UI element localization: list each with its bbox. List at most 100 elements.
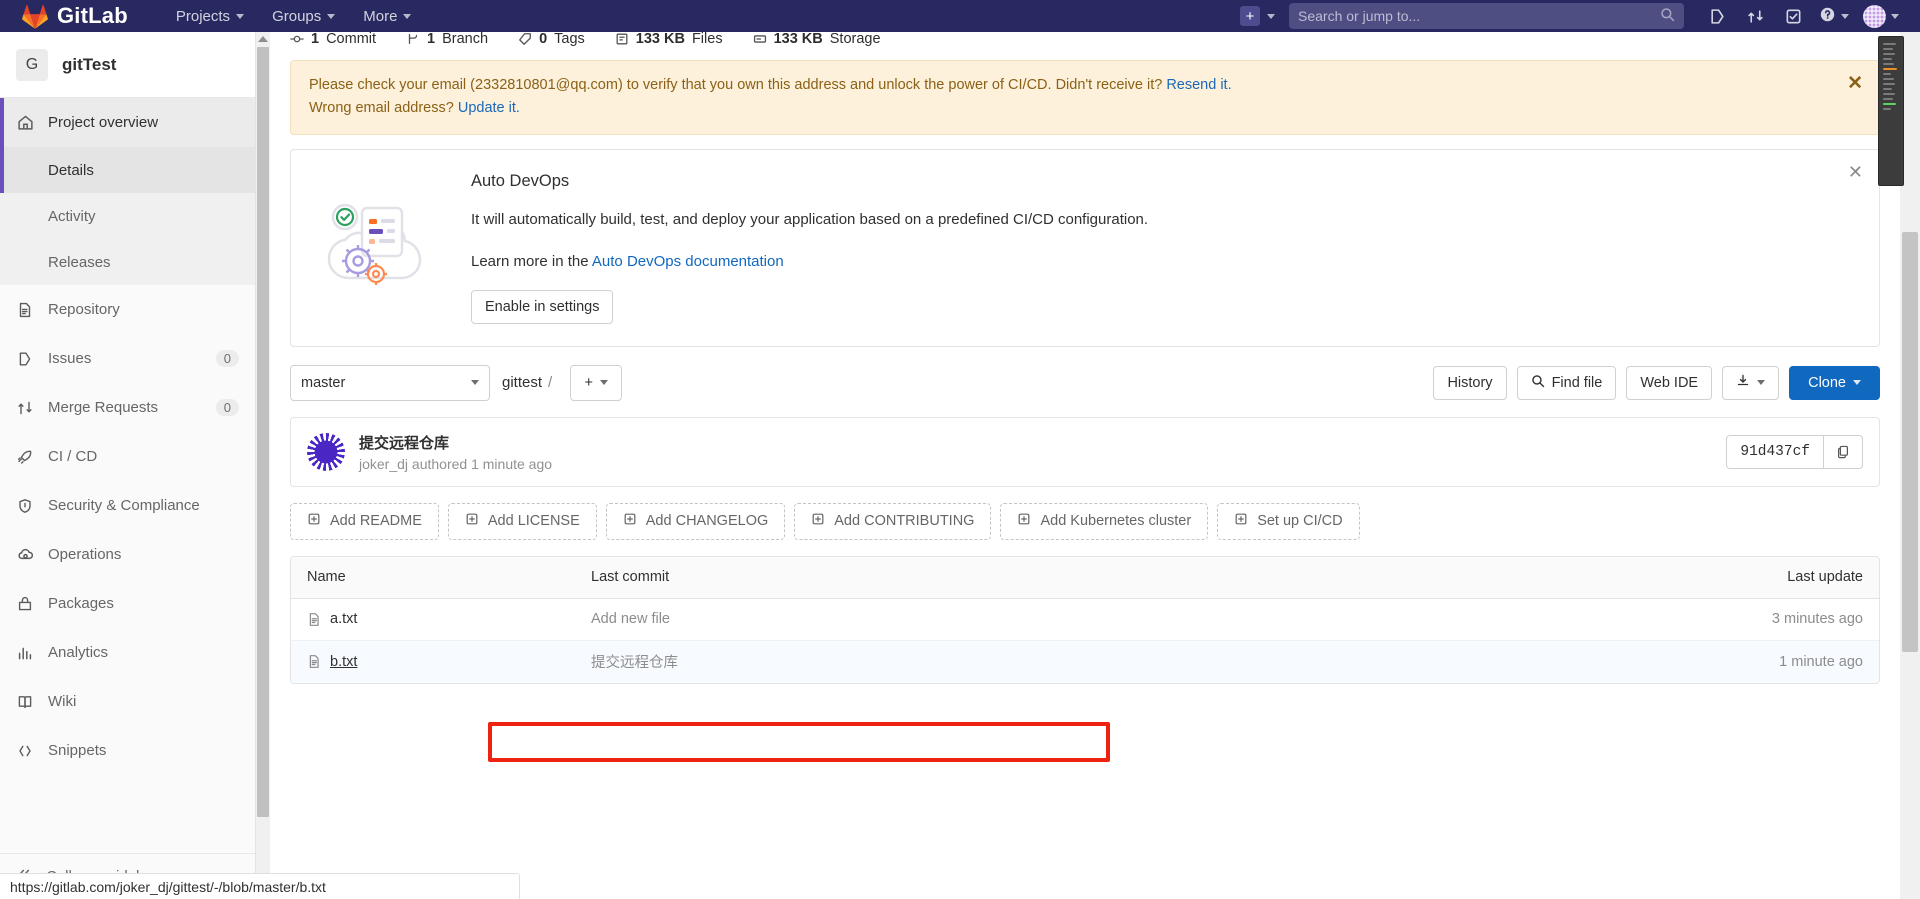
status-bar-url: https://gitlab.com/joker_dj/gittest/-/bl… bbox=[10, 878, 326, 895]
add-kubernetes-cluster-button[interactable]: Add Kubernetes cluster bbox=[1000, 502, 1209, 540]
commit-author-link[interactable]: joker_dj bbox=[359, 456, 408, 472]
minimap-line bbox=[1883, 53, 1895, 55]
issues-icon[interactable] bbox=[1698, 0, 1736, 32]
download-source-button[interactable] bbox=[1722, 365, 1780, 400]
sidebar-scrollbar-thumb[interactable] bbox=[257, 47, 269, 817]
gitlab-logo[interactable]: GitLab bbox=[0, 3, 136, 29]
scroll-up-arrow-icon[interactable] bbox=[258, 36, 268, 42]
page-scrollbar-thumb[interactable] bbox=[1902, 232, 1918, 652]
sidebar-scrollbar[interactable] bbox=[256, 32, 270, 899]
history-button[interactable]: History bbox=[1433, 365, 1507, 400]
chevron-down-icon bbox=[1267, 13, 1275, 19]
sidebar-project-header[interactable]: G gitTest bbox=[0, 32, 255, 98]
stat-branches-value: 1 bbox=[427, 32, 436, 47]
content-wrap: Please check your email (2332810801@qq.c… bbox=[270, 60, 1900, 684]
sidebar-item-releases[interactable]: Releases bbox=[0, 239, 255, 285]
package-icon bbox=[16, 596, 34, 612]
storage-icon bbox=[753, 32, 767, 46]
search-input[interactable]: Search or jump to... bbox=[1289, 3, 1684, 29]
close-icon[interactable]: ✕ bbox=[1848, 162, 1863, 183]
find-file-button[interactable]: Find file bbox=[1516, 365, 1617, 400]
add-icon bbox=[811, 512, 825, 530]
branch-icon bbox=[406, 32, 420, 46]
chevron-down-icon bbox=[471, 380, 479, 386]
add-license-button[interactable]: Add LICENSE bbox=[447, 502, 597, 540]
sidebar-item-activity[interactable]: Activity bbox=[0, 193, 255, 239]
stat-files[interactable]: 133 KB Files bbox=[615, 32, 723, 47]
set-up-ci-cd-button[interactable]: Set up CI/CD bbox=[1217, 502, 1360, 540]
close-icon[interactable]: ✕ bbox=[1847, 74, 1863, 93]
stat-commits-value: 1 bbox=[311, 32, 320, 47]
nav-projects-label: Projects bbox=[175, 7, 231, 25]
copy-icon[interactable] bbox=[1823, 434, 1863, 469]
chevron-down-icon bbox=[1891, 13, 1899, 19]
gitlab-tanuki-icon bbox=[22, 4, 48, 29]
project-stats-strip: 1 Commit 1 Branch 0 Tags 133 KB Files 13… bbox=[270, 32, 1900, 52]
breadcrumb-project[interactable]: gittest bbox=[502, 374, 542, 391]
file-last-commit-cell[interactable]: Add new file bbox=[591, 611, 1669, 627]
user-menu[interactable] bbox=[1856, 4, 1906, 28]
todos-icon[interactable] bbox=[1774, 0, 1812, 32]
commit-sha[interactable]: 91d437cf bbox=[1726, 434, 1823, 469]
merge-requests-icon[interactable] bbox=[1736, 0, 1774, 32]
sidebar-item-packages[interactable]: Packages bbox=[0, 579, 255, 628]
sidebar-item-project-overview[interactable]: Project overview bbox=[0, 98, 255, 147]
file-link-b-txt[interactable]: b.txt bbox=[330, 654, 357, 670]
auto-devops-documentation-link[interactable]: Auto DevOps documentation bbox=[592, 253, 784, 270]
minimap-line bbox=[1883, 98, 1894, 100]
nav-projects[interactable]: Projects bbox=[162, 0, 258, 32]
sidebar-item-merge-requests[interactable]: Merge Requests 0 bbox=[0, 383, 255, 432]
stat-tags-label: Tags bbox=[554, 32, 585, 47]
enable-in-settings-button[interactable]: Enable in settings bbox=[471, 289, 614, 324]
nav-more[interactable]: More bbox=[349, 0, 425, 32]
clone-button[interactable]: Clone bbox=[1789, 365, 1880, 400]
column-header-last-update: Last update bbox=[1787, 569, 1863, 586]
tag-icon bbox=[518, 32, 532, 46]
table-row[interactable]: a.txt Add new file 3 minutes ago bbox=[291, 599, 1879, 641]
sidebar-item-repository[interactable]: Repository bbox=[0, 285, 255, 334]
new-item-dropdown[interactable]: + bbox=[1240, 6, 1275, 26]
file-link-a-txt[interactable]: a.txt bbox=[330, 611, 357, 627]
minimap-line bbox=[1883, 58, 1892, 60]
file-tree-table: Name Last commit Last update a.txt Add n… bbox=[290, 555, 1880, 684]
code-minimap-widget[interactable] bbox=[1878, 36, 1904, 186]
help-menu[interactable] bbox=[1812, 6, 1856, 26]
sidebar-item-snippets[interactable]: Snippets bbox=[0, 726, 255, 775]
add-readme-button[interactable]: Add README bbox=[290, 502, 439, 540]
add-contributing-button[interactable]: Add CONTRIBUTING bbox=[794, 502, 992, 540]
commit-message[interactable]: 提交远程仓库 bbox=[359, 432, 1712, 453]
update-email-link[interactable]: Update it. bbox=[458, 100, 520, 116]
add-icon bbox=[307, 512, 321, 530]
sidebar-item-issues[interactable]: Issues 0 bbox=[0, 334, 255, 383]
sidebar-item-details[interactable]: Details bbox=[0, 147, 255, 193]
sidebar-item-ci-cd[interactable]: CI / CD bbox=[0, 432, 255, 481]
web-ide-button[interactable]: Web IDE bbox=[1626, 365, 1713, 400]
resend-email-link[interactable]: Resend it. bbox=[1166, 77, 1231, 93]
stat-storage[interactable]: 133 KB Storage bbox=[753, 32, 881, 47]
minimap-line bbox=[1883, 43, 1896, 45]
add-changelog-button[interactable]: Add CHANGELOG bbox=[605, 502, 786, 540]
add-changelog-label: Add CHANGELOG bbox=[645, 513, 769, 530]
add-to-repository-button[interactable]: + bbox=[570, 364, 623, 401]
nav-groups[interactable]: Groups bbox=[258, 0, 349, 32]
browser-status-bar: https://gitlab.com/joker_dj/gittest/-/bl… bbox=[0, 873, 520, 899]
banner-prefix: Please check your email ( bbox=[309, 77, 476, 93]
commit-time: authored 1 minute ago bbox=[411, 455, 553, 472]
sidebar-activity-label: Activity bbox=[48, 207, 96, 225]
sidebar-item-wiki[interactable]: Wiki bbox=[0, 677, 255, 726]
top-nav-icon-group bbox=[1698, 0, 1920, 32]
top-navigation-bar: GitLab Projects Groups More + Search or … bbox=[0, 0, 1920, 32]
stat-branches[interactable]: 1 Branch bbox=[406, 32, 488, 47]
stat-commits[interactable]: 1 Commit bbox=[290, 32, 376, 47]
file-last-commit-cell[interactable]: 提交远程仓库 bbox=[591, 651, 1669, 672]
sidebar-item-analytics[interactable]: Analytics bbox=[0, 628, 255, 677]
branch-selector[interactable]: master bbox=[290, 364, 490, 401]
sidebar-item-operations[interactable]: Operations bbox=[0, 530, 255, 579]
project-sidebar: G gitTest Project overview Details Activ… bbox=[0, 32, 256, 899]
stat-commits-label: Commit bbox=[326, 32, 377, 47]
table-row[interactable]: b.txt 提交远程仓库 1 minute ago bbox=[291, 640, 1879, 683]
add-icon bbox=[623, 512, 637, 530]
stat-tags[interactable]: 0 Tags bbox=[518, 32, 585, 47]
repository-quick-actions: Add README Add LICENSE Add CHANGELOG Add… bbox=[290, 502, 1880, 540]
sidebar-item-security-compliance[interactable]: Security & Compliance bbox=[0, 481, 255, 530]
